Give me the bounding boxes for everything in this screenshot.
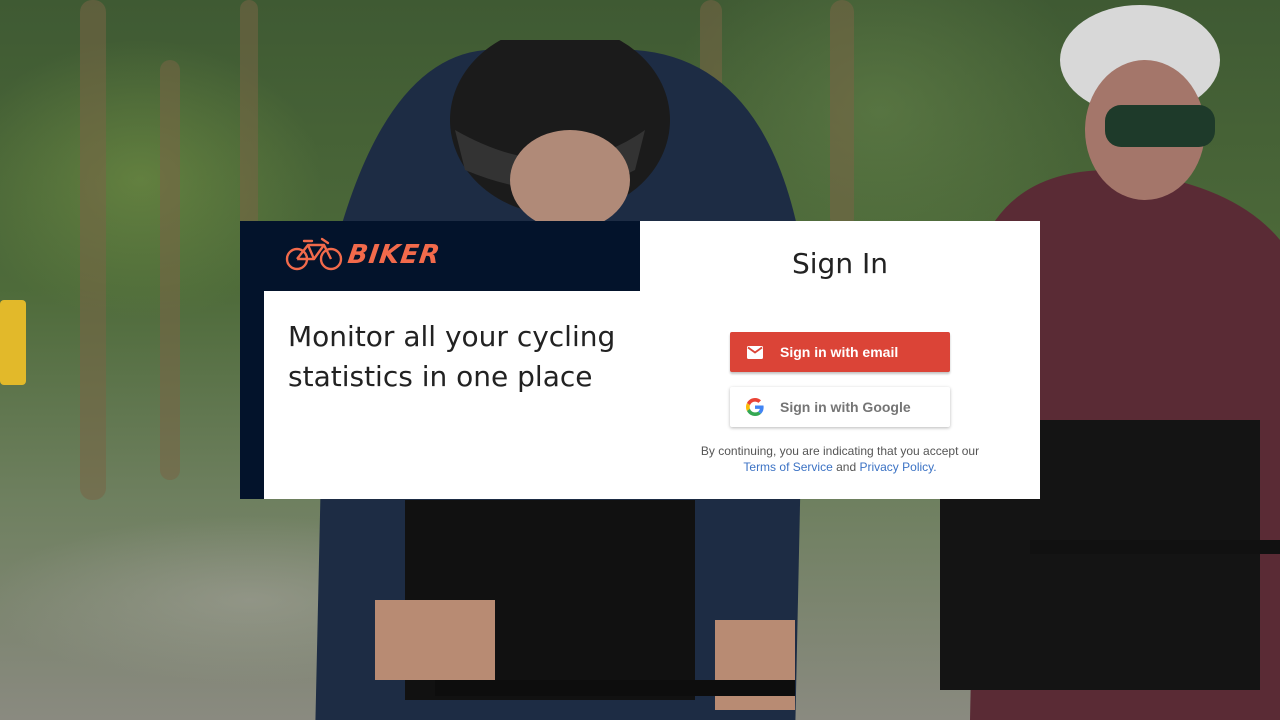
brand-panel: BIKER Monitor all your cycling statistic…	[240, 221, 640, 499]
bicycle-icon	[284, 235, 344, 276]
legal-suffix: .	[933, 460, 937, 474]
terms-of-service-link[interactable]: Terms of Service	[743, 460, 832, 474]
legal-conjunction: and	[836, 460, 857, 474]
sign-in-panel: Sign In Sign in with email Sign in with …	[640, 221, 1040, 499]
brand-logo: BIKER	[284, 235, 443, 276]
google-icon	[746, 398, 764, 416]
tagline-panel: Monitor all your cycling statistics in o…	[264, 291, 640, 499]
sign-in-google-button[interactable]: Sign in with Google	[730, 387, 950, 427]
legal-prefix: By continuing, you are indicating that y…	[700, 444, 980, 458]
privacy-policy-link[interactable]: Privacy Policy	[859, 460, 933, 474]
sign-in-email-label: Sign in with email	[780, 344, 899, 360]
hero-tagline: Monitor all your cycling statistics in o…	[288, 320, 616, 393]
sign-in-email-button[interactable]: Sign in with email	[730, 332, 950, 372]
mail-icon	[746, 343, 764, 361]
sign-in-card: BIKER Monitor all your cycling statistic…	[240, 221, 1040, 499]
brand-name: BIKER	[345, 240, 443, 270]
sign-in-google-label: Sign in with Google	[780, 399, 911, 415]
sign-in-title: Sign In	[792, 247, 888, 280]
legal-notice: By continuing, you are indicating that y…	[680, 443, 1000, 475]
